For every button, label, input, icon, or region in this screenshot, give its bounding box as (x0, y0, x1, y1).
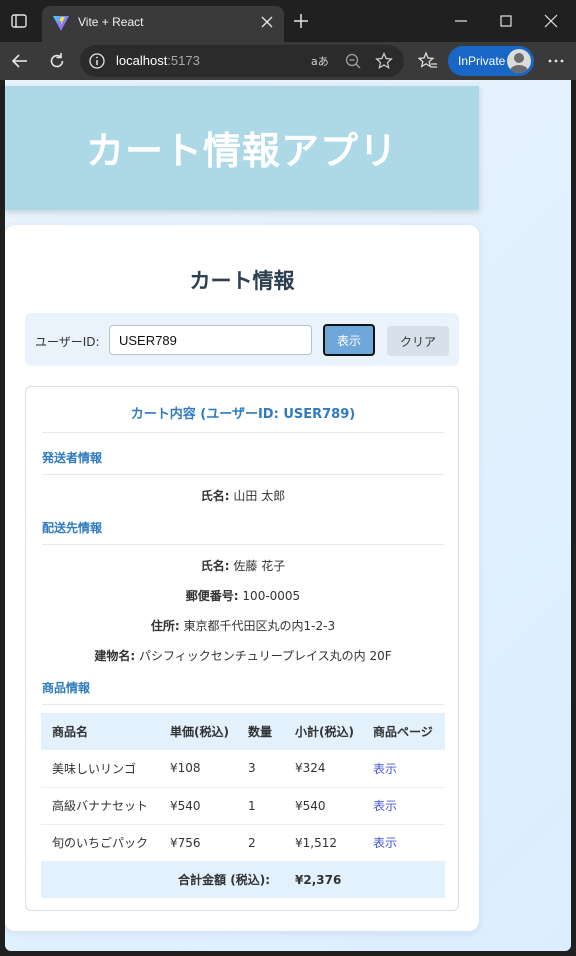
browser-window: Vite + React localhost:5173 aあ InPrivate… (0, 0, 576, 956)
sender-section-title: 発送者情報 (42, 449, 444, 475)
product-name: 美味しいリンゴ (41, 750, 159, 788)
shipping-building: 建物名: パシフィックセンチュリープレイス丸の内 20F (94, 649, 392, 663)
app-title: カート情報アプリ (85, 129, 398, 173)
unit-price: ¥108 (159, 750, 237, 788)
inprivate-button[interactable]: InPrivate (448, 46, 534, 76)
cart-content: カート内容 (ユーザーID: USER789) 発送者情報 氏名: 山田 太郎 … (25, 386, 459, 911)
user-id-label: ユーザーID: (35, 335, 100, 349)
favorite-star-icon[interactable] (375, 52, 393, 70)
cart-content-title: カート内容 (ユーザーID: USER789) (42, 403, 444, 433)
quantity: 2 (237, 824, 284, 862)
column-header: 商品ページ (362, 713, 445, 750)
product-page-link[interactable]: 表示 (362, 824, 445, 862)
quantity: 3 (237, 750, 284, 788)
column-header: 単価(税込) (159, 713, 237, 750)
person-icon (510, 53, 528, 73)
read-aloud-icon[interactable]: aあ (310, 52, 328, 70)
column-header: 商品名 (41, 713, 159, 750)
minimize-icon[interactable] (452, 12, 470, 30)
maximize-icon[interactable] (497, 12, 515, 30)
shipping-postal-code: 郵便番号: 100-0005 (185, 589, 301, 603)
total-label: 合計金額 (税込): (41, 861, 284, 898)
subtotal: ¥1,512 (284, 824, 362, 862)
products-section-title: 商品情報 (42, 679, 444, 705)
tab-strip: Vite + React (0, 0, 576, 42)
favorites-icon[interactable] (418, 51, 438, 71)
products-table: 商品名 単価(税込) 数量 小計(税込) 商品ページ 美味しいリンゴ ¥108 … (41, 713, 445, 898)
column-header: 数量 (237, 713, 284, 750)
cart-card: カート情報 ユーザーID: 表示 クリア カート内容 (ユーザーID: USER… (5, 225, 479, 931)
page-viewport: カート情報アプリ カート情報 ユーザーID: 表示 クリア カート内容 (ユーザ… (5, 80, 571, 951)
zoom-out-icon[interactable] (344, 52, 362, 70)
address-bar[interactable]: localhost:5173 aあ (80, 45, 404, 77)
table-row: 旬のいちごパック ¥756 2 ¥1,512 表示 (41, 824, 445, 862)
vite-logo-icon (53, 16, 69, 31)
product-page-link[interactable]: 表示 (362, 787, 445, 825)
site-info-icon[interactable] (88, 52, 106, 70)
table-row: 美味しいリンゴ ¥108 3 ¥324 表示 (41, 750, 445, 788)
more-menu-icon[interactable] (546, 51, 566, 71)
browser-tab[interactable]: Vite + React (42, 6, 284, 42)
user-id-input[interactable] (109, 325, 312, 355)
app-header: カート情報アプリ (5, 86, 479, 210)
refresh-icon[interactable] (47, 51, 67, 71)
total-value: ¥2,376 (284, 861, 445, 898)
column-header: 小計(税込) (284, 713, 362, 750)
clear-button[interactable]: クリア (387, 326, 449, 356)
sender-name: 氏名: 山田 太郎 (200, 489, 286, 503)
profile-avatar (507, 49, 531, 73)
table-header-row: 商品名 単価(税込) 数量 小計(税込) 商品ページ (41, 713, 445, 750)
product-name: 旬のいちごパック (41, 824, 159, 862)
tab-actions-icon[interactable] (8, 10, 30, 32)
browser-toolbar: localhost:5173 aあ InPrivate (0, 42, 576, 80)
quantity: 1 (237, 787, 284, 825)
unit-price: ¥756 (159, 824, 237, 862)
close-window-icon[interactable] (542, 12, 560, 30)
user-search-form: ユーザーID: 表示 クリア (25, 313, 459, 366)
shipping-section-title: 配送先情報 (42, 519, 444, 545)
table-row: 高級バナナセット ¥540 1 ¥540 表示 (41, 787, 445, 825)
product-page-link[interactable]: 表示 (362, 750, 445, 788)
subtotal: ¥324 (284, 750, 362, 788)
show-button[interactable]: 表示 (323, 324, 375, 356)
card-title: カート情報 (189, 269, 295, 293)
total-row: 合計金額 (税込): ¥2,376 (41, 861, 445, 898)
shipping-name: 氏名: 佐藤 花子 (200, 559, 286, 573)
new-tab-icon[interactable] (292, 12, 310, 30)
shipping-address: 住所: 東京都千代田区丸の内1-2-3 (150, 619, 336, 633)
url-text[interactable]: localhost:5173 (116, 53, 200, 68)
product-name: 高級バナナセット (41, 787, 159, 825)
back-arrow-icon[interactable] (10, 51, 30, 71)
close-tab-icon[interactable] (260, 15, 274, 29)
tab-title: Vite + React (78, 15, 144, 29)
unit-price: ¥540 (159, 787, 237, 825)
subtotal: ¥540 (284, 787, 362, 825)
svg-text:aあ: aあ (311, 55, 328, 68)
